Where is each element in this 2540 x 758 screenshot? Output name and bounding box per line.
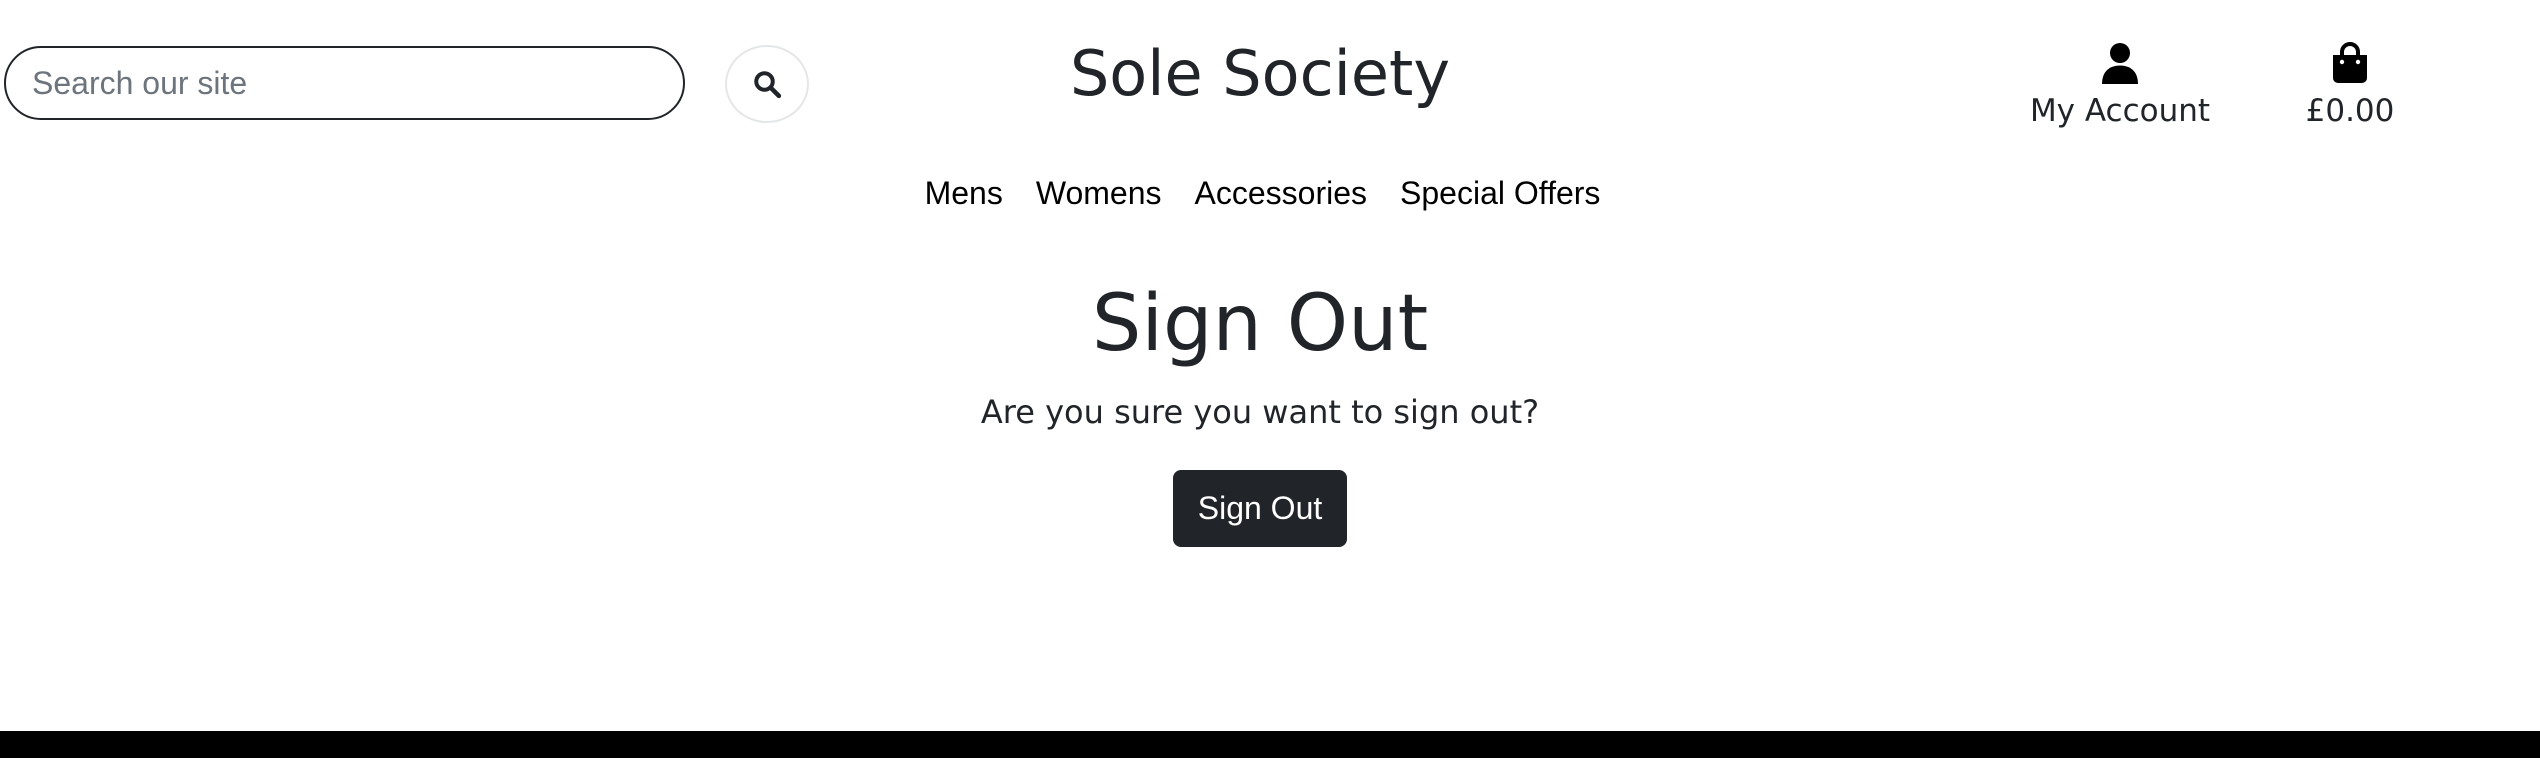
nav-link-special-offers[interactable]: Special Offers [1400, 170, 1600, 216]
bag-total: £0.00 [2305, 93, 2395, 129]
main-nav: Mens Womens Accessories Special Offers [0, 170, 2540, 216]
nav-link-accessories[interactable]: Accessories [1195, 170, 1368, 216]
nav-link-womens[interactable]: Womens [1036, 170, 1162, 216]
shopping-bag-icon [2331, 36, 2369, 84]
footer [0, 731, 2540, 758]
my-account-link[interactable]: My Account [2020, 36, 2220, 132]
signout-confirm-message: Are you sure you want to sign out? [980, 393, 1540, 431]
shopping-bag-link[interactable]: £0.00 [2290, 36, 2410, 132]
user-icon [2100, 36, 2140, 84]
page-title: Sign Out [1091, 279, 1429, 369]
sign-out-button[interactable]: Sign Out [1173, 470, 1347, 547]
search-icon [754, 71, 782, 99]
nav-link-mens[interactable]: Mens [925, 170, 1003, 216]
search-button[interactable] [725, 45, 809, 123]
my-account-label: My Account [2029, 93, 2211, 129]
site-title[interactable]: Sole Society [1000, 34, 1520, 114]
search-input[interactable] [4, 46, 685, 120]
